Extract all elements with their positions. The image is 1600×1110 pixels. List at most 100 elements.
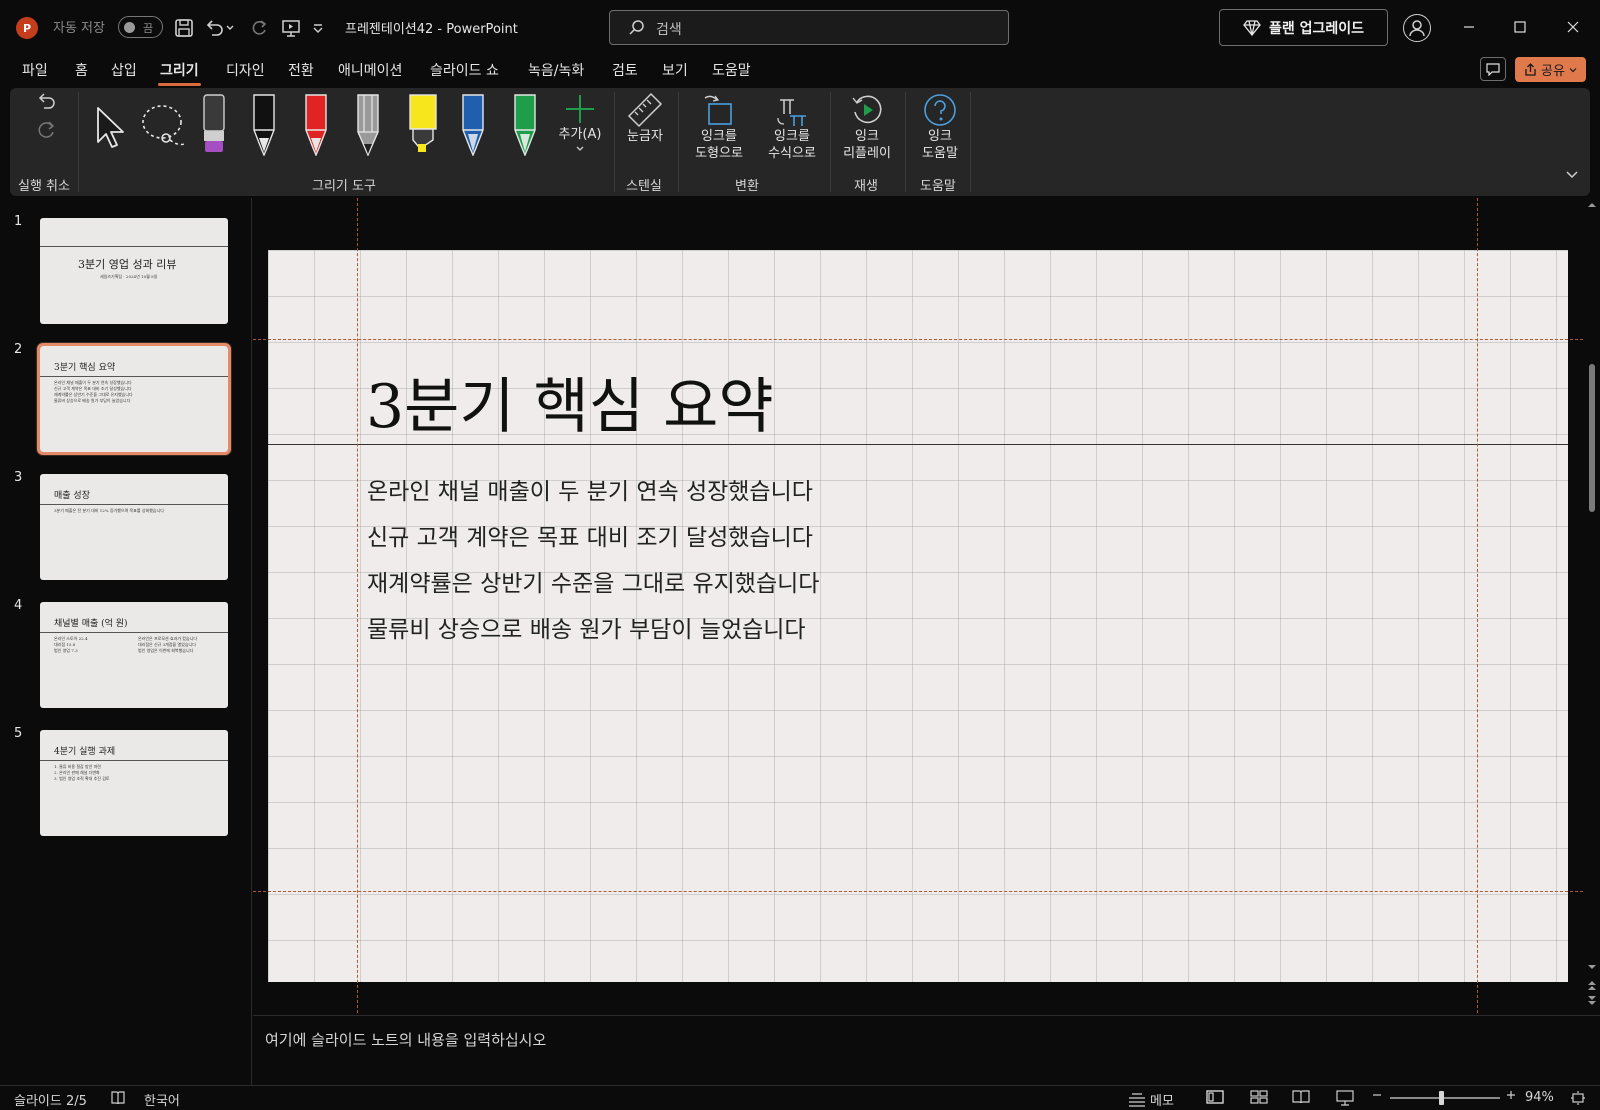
customize-toolbar-icon[interactable] (308, 14, 328, 42)
comments-button[interactable] (1480, 57, 1506, 81)
maximize-icon[interactable] (1497, 12, 1543, 42)
tab-animations[interactable]: 애니메이션 (336, 60, 404, 84)
blue-pen-icon[interactable] (460, 94, 486, 156)
add-pen-button[interactable]: 추가(A) (555, 92, 605, 153)
tab-draw[interactable]: 그리기 (158, 60, 201, 86)
zoom-slider-thumb[interactable] (1439, 1091, 1445, 1105)
thumbnail-title: 매출 성장 (54, 491, 90, 501)
minimize-icon[interactable] (1446, 12, 1492, 42)
upgrade-plan-label: 플랜 업그레이드 (1268, 20, 1365, 37)
slide-thumbnail-4[interactable]: 채널별 매출 (억 원) 온라인 스토어 22.4 대리점 15.8 법인 영업… (40, 602, 228, 708)
black-pen-icon[interactable] (251, 94, 277, 156)
slideshow-view-icon[interactable] (1336, 1090, 1354, 1106)
ribbon-undo-icon[interactable] (36, 90, 58, 112)
red-pen-icon[interactable] (303, 94, 329, 156)
ink-replay-button[interactable]: 잉크 리플레이 (836, 92, 898, 162)
thumbnail-number: 3 (14, 470, 23, 485)
zoom-level[interactable]: 94% (1525, 1090, 1554, 1105)
lasso-select-icon[interactable] (140, 102, 190, 152)
tab-record[interactable]: 녹음/녹화 (526, 60, 586, 84)
tab-home[interactable]: 홈 (73, 60, 90, 84)
thumbnail-body: 온라인은 프로모션 효과가 컸습니다 대리점은 신규 3개점을 열었습니다 법인… (138, 636, 198, 653)
tab-transitions[interactable]: 전환 (286, 60, 316, 84)
save-icon[interactable] (170, 14, 198, 42)
upgrade-plan-button[interactable]: 플랜 업그레이드 (1219, 9, 1388, 46)
zoom-in-icon[interactable] (1506, 1090, 1516, 1100)
normal-view-icon[interactable] (1206, 1090, 1224, 1104)
reading-view-icon[interactable] (1292, 1090, 1310, 1104)
plus-icon (566, 95, 594, 123)
notes-toggle-button[interactable]: 메모 (1128, 1090, 1174, 1109)
current-slide[interactable]: 3분기 핵심 요약 온라인 채널 매출이 두 분기 연속 성장했습니다 신규 고… (268, 250, 1568, 982)
tab-slideshow[interactable]: 슬라이드 쇼 (428, 60, 501, 84)
tab-design[interactable]: 디자인 (224, 60, 267, 84)
group-label-stencil: 스텐실 (626, 179, 662, 194)
tab-review[interactable]: 검토 (610, 60, 640, 84)
scroll-up-icon[interactable] (1584, 200, 1600, 210)
notes-pane[interactable]: 여기에 슬라이드 노트의 내용을 입력하십시오 (253, 1015, 1600, 1085)
highlighter-icon[interactable] (408, 94, 438, 154)
thumbnail-body: 3분기 매출은 전 분기 대비 12% 증가했으며 목표를 상회했습니다 (54, 508, 164, 513)
search-placeholder: 검색 (656, 22, 682, 38)
search-box[interactable]: 검색 (609, 10, 1009, 45)
scroll-down-icon[interactable] (1584, 962, 1600, 972)
slide-bullet[interactable]: 신규 고객 계약은 목표 대비 조기 달성했습니다 (367, 518, 813, 552)
avatar[interactable] (1403, 14, 1431, 42)
tab-insert[interactable]: 삽입 (109, 60, 139, 84)
autosave-toggle[interactable]: 끔 (118, 16, 163, 38)
tab-view[interactable]: 보기 (660, 60, 690, 84)
accessibility-icon[interactable] (110, 1090, 126, 1106)
pencil-icon[interactable] (355, 94, 381, 156)
language-indicator[interactable]: 한국어 (144, 1090, 180, 1109)
next-slide-icon[interactable] (1584, 994, 1600, 1008)
select-arrow-icon[interactable] (94, 106, 128, 150)
previous-slide-icon[interactable] (1584, 978, 1600, 992)
ink-help-button[interactable]: 잉크 도움말 (910, 92, 970, 162)
ribbon-separator (830, 92, 831, 192)
ruler-button[interactable]: 눈금자 (620, 92, 670, 145)
undo-dropdown-icon[interactable] (222, 14, 238, 42)
slide-thumbnail-2[interactable]: 3분기 핵심 요약 온라인 채널 매출이 두 분기 연속 성장했습니다 신규 고… (37, 343, 231, 455)
thumbnail-title: 4분기 실행 과제 (54, 747, 116, 757)
powerpoint-logo-icon: P (16, 17, 38, 39)
thumbnail-body: 온라인 스토어 22.4 대리점 15.8 법인 영업 7.3 (54, 636, 88, 653)
group-label-draw-tools: 그리기 도구 (312, 179, 376, 194)
share-icon (1525, 63, 1536, 76)
redo-icon[interactable] (245, 14, 273, 42)
slide-sorter-icon[interactable] (1250, 1090, 1268, 1104)
green-pen-icon[interactable] (512, 94, 538, 156)
zoom-slider[interactable] (1390, 1091, 1500, 1105)
drawing-guide[interactable] (1477, 198, 1478, 1018)
close-icon[interactable] (1550, 12, 1596, 42)
ink-to-math-button[interactable]: 잉크를 수식으로 (756, 92, 828, 162)
slide-thumbnail-1[interactable]: 3분기 영업 성과 리뷰 세일즈기획팀 · 2024년 10월 8일 (40, 218, 228, 324)
slide-bullet[interactable]: 물류비 상승으로 배송 원가 부담이 늘었습니다 (367, 610, 806, 644)
slide-thumbnail-3[interactable]: 매출 성장 3분기 매출은 전 분기 대비 12% 증가했으며 목표를 상회했습… (40, 474, 228, 580)
present-icon[interactable] (277, 14, 305, 42)
autosave-label: 자동 저장 (53, 21, 105, 36)
zoom-out-icon[interactable] (1372, 1090, 1382, 1100)
ink-to-shape-button[interactable]: 잉크를 도형으로 (686, 92, 752, 162)
thumbnail-title: 3분기 영업 성과 리뷰 (78, 258, 177, 271)
share-button[interactable]: 공유 (1515, 57, 1586, 82)
ribbon-collapse-icon[interactable] (1565, 170, 1579, 180)
drawing-guide[interactable] (253, 339, 1583, 340)
tab-help[interactable]: 도움말 (710, 60, 753, 84)
drawing-guide[interactable] (357, 198, 358, 1018)
drawing-guide[interactable] (253, 891, 1583, 892)
comment-icon (1486, 63, 1500, 76)
thumbnail-number: 1 (14, 214, 23, 229)
ribbon-separator (678, 92, 679, 192)
eraser-pen-icon[interactable] (201, 94, 227, 154)
slide-title[interactable]: 3분기 핵심 요약 (366, 358, 774, 445)
title-divider (268, 444, 1568, 445)
slide-bullet[interactable]: 온라인 채널 매출이 두 분기 연속 성장했습니다 (367, 472, 813, 506)
status-bar: 슬라이드 2/5 한국어 메모 94% (0, 1085, 1600, 1110)
fit-slide-icon[interactable] (1570, 1090, 1586, 1106)
ribbon-redo-icon[interactable] (36, 118, 58, 140)
slide-thumbnail-5[interactable]: 4분기 실행 과제 1. 물류 비용 절감 방안 마련 2. 온라인 판매 채널… (40, 730, 228, 836)
tab-file[interactable]: 파일 (20, 60, 50, 84)
slide-bullet[interactable]: 재계약률은 상반기 수준을 그대로 유지했습니다 (367, 564, 819, 598)
scrollbar-thumb[interactable] (1589, 364, 1595, 512)
vertical-scrollbar[interactable] (1584, 198, 1600, 1008)
